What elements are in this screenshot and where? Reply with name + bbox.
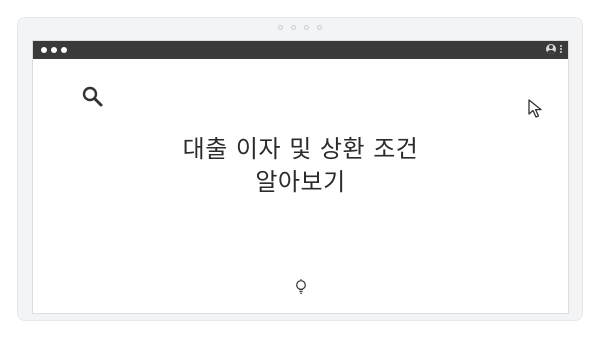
headline-line-1: 대출 이자 및 상환 조건 — [182, 135, 419, 163]
maximize-window-button[interactable] — [61, 47, 67, 53]
cursor-icon — [528, 99, 542, 118]
close-window-button[interactable] — [41, 47, 47, 53]
window-controls — [41, 47, 67, 53]
title-bar — [33, 41, 568, 59]
headline-line-2: 알아보기 — [255, 168, 346, 196]
frame-dots — [278, 25, 322, 30]
frame-dot — [304, 25, 309, 30]
frame-dot — [317, 25, 322, 30]
title-bar-actions — [546, 44, 562, 54]
user-icon[interactable] — [546, 44, 556, 54]
kebab-menu-icon[interactable] — [560, 45, 562, 53]
browser-window: 대출 이자 및 상환 조건 알아보기 — [32, 40, 569, 314]
lightbulb-icon — [296, 279, 306, 294]
frame-dot — [291, 25, 296, 30]
search-icon[interactable] — [81, 85, 107, 109]
frame-dot — [278, 25, 283, 30]
minimize-window-button[interactable] — [51, 47, 57, 53]
page-headline: 대출 이자 및 상환 조건 알아보기 — [33, 133, 568, 199]
